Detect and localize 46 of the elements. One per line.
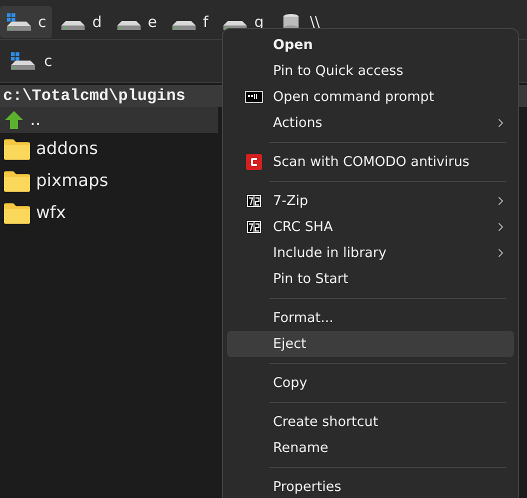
folder-icon xyxy=(4,138,30,160)
menu-item[interactable]: Pin to Start xyxy=(227,266,514,292)
current-drive-button[interactable]: c xyxy=(4,50,58,72)
drive-tab[interactable]: e xyxy=(110,6,164,38)
menu-item[interactable]: Open command prompt xyxy=(227,84,514,110)
path-text: c:\Totalcmd\plugins xyxy=(3,87,186,105)
drive-tab[interactable]: d xyxy=(54,6,108,38)
drive-tab[interactable]: c xyxy=(0,6,52,38)
file-row[interactable]: wfx xyxy=(0,197,218,229)
menu-item[interactable]: Rename xyxy=(227,435,514,461)
menu-item[interactable]: Create shortcut xyxy=(227,409,514,435)
chevron-right-icon xyxy=(498,222,504,232)
menu-item[interactable]: 7-Zip xyxy=(227,188,514,214)
menu-item[interactable]: Format... xyxy=(227,305,514,331)
archive-icon xyxy=(247,195,261,207)
archive-icon xyxy=(247,221,261,233)
system-drive-icon xyxy=(10,52,36,70)
terminal-icon xyxy=(245,91,263,103)
file-name: .. xyxy=(30,110,41,130)
menu-item[interactable]: Eject xyxy=(227,331,514,357)
menu-item[interactable]: Open xyxy=(227,32,514,58)
shield-c-icon xyxy=(246,154,262,170)
file-row[interactable]: .. xyxy=(0,107,218,133)
folder-icon xyxy=(4,202,30,224)
menu-item[interactable]: Scan with COMODO antivirus xyxy=(227,149,514,175)
folder-icon xyxy=(4,170,30,192)
drive-icon xyxy=(171,20,198,30)
menu-item[interactable]: Pin to Quick access xyxy=(227,58,514,84)
drive-icon xyxy=(60,20,86,30)
menu-item[interactable]: Copy xyxy=(227,370,514,396)
chevron-right-icon xyxy=(498,118,504,128)
menu-item[interactable]: Properties xyxy=(227,474,514,498)
file-name: wfx xyxy=(36,203,66,223)
file-name: addons xyxy=(36,139,98,159)
chevron-right-icon xyxy=(498,196,504,206)
up-arrow-icon xyxy=(4,110,24,130)
system-drive-icon xyxy=(6,12,32,32)
file-row[interactable]: addons xyxy=(0,133,218,165)
drive-tab[interactable]: f xyxy=(165,6,214,38)
file-name: pixmaps xyxy=(36,171,108,191)
menu-item[interactable]: CRC SHA xyxy=(227,214,514,240)
menu-item[interactable]: Include in library xyxy=(227,240,514,266)
chevron-right-icon xyxy=(498,248,504,258)
drive-icon xyxy=(116,20,142,30)
menu-item[interactable]: Actions xyxy=(227,110,514,136)
file-row[interactable]: pixmaps xyxy=(0,165,218,197)
